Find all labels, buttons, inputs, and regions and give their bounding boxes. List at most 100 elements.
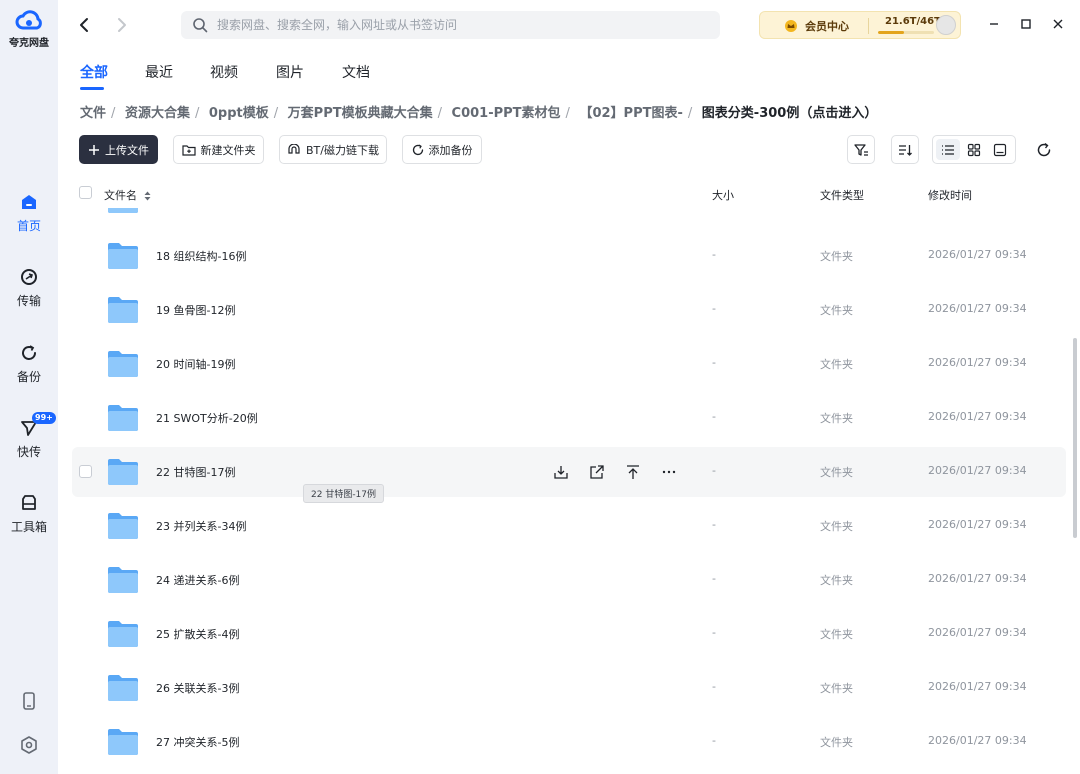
table-row[interactable]: 19 鱼骨图-12例 - 文件夹 2026/01/27 09:34 xyxy=(72,285,1066,335)
plus-icon xyxy=(89,144,99,155)
app-name: 夸克网盘 xyxy=(9,38,49,49)
preview-view-icon xyxy=(993,143,1007,156)
file-name[interactable]: 25 扩散关系-4例 xyxy=(156,626,239,642)
phone-button[interactable] xyxy=(19,691,39,711)
file-type: 文件夹 xyxy=(820,628,853,641)
file-modified: 2026/01/27 09:34 xyxy=(928,356,1027,369)
breadcrumb-item[interactable]: 【02】PPT图表- xyxy=(579,106,682,121)
arrow-up-bar-icon xyxy=(627,465,639,479)
list-view-button[interactable] xyxy=(936,139,960,160)
grid-view-icon xyxy=(967,143,981,156)
breadcrumb-item[interactable]: C001-PPT素材包 xyxy=(452,106,561,121)
breadcrumb-item[interactable]: 文件 xyxy=(80,106,106,121)
file-name[interactable]: 24 递进关系-6例 xyxy=(156,572,239,588)
file-name[interactable]: 22 甘特图-17例 xyxy=(156,464,235,480)
search-bar[interactable] xyxy=(181,11,720,39)
breadcrumb-item[interactable]: 资源大合集 xyxy=(125,106,190,121)
file-type: 文件夹 xyxy=(820,574,853,587)
bt-magnet-download-button[interactable]: BT/磁力链下载 xyxy=(279,135,387,164)
preview-view-button[interactable] xyxy=(988,139,1012,160)
file-name[interactable]: 23 并列关系-34例 xyxy=(156,518,246,534)
notification-badge: 99+ xyxy=(32,412,56,424)
sidebar-item-backup[interactable]: 备份 xyxy=(0,344,58,385)
tab-video[interactable]: 视频 xyxy=(210,62,238,82)
table-row[interactable]: 18 组织结构-16例 - 文件夹 2026/01/27 09:34 xyxy=(72,231,1066,281)
breadcrumb-separator: / xyxy=(437,106,442,121)
new-folder-button[interactable]: 新建文件夹 xyxy=(173,135,264,164)
file-name[interactable]: 20 时间轴-19例 xyxy=(156,356,235,372)
minimize-button[interactable] xyxy=(984,14,1004,34)
column-header-name[interactable]: 文件名 xyxy=(104,187,151,203)
file-type: 文件夹 xyxy=(820,304,853,317)
table-row[interactable]: 27 冲突关系-5例 - 文件夹 2026/01/27 09:34 xyxy=(72,717,1066,767)
phone-icon xyxy=(23,692,35,710)
filter-button[interactable] xyxy=(847,135,875,164)
file-name[interactable]: 26 关联关系-3例 xyxy=(156,680,239,696)
chevron-right-icon xyxy=(118,18,126,32)
storage-fill xyxy=(878,31,905,34)
column-header-size[interactable]: 大小 xyxy=(712,187,734,203)
select-all-checkbox[interactable] xyxy=(79,186,92,199)
breadcrumb-item[interactable]: 万套PPT模板典藏大合集 xyxy=(288,106,433,121)
column-header-modified[interactable]: 修改时间 xyxy=(928,187,972,203)
scrollbar-thumb[interactable] xyxy=(1073,338,1077,538)
avatar[interactable] xyxy=(936,15,956,35)
breadcrumb-separator: / xyxy=(687,106,693,121)
upload-file-button[interactable]: 上传文件 xyxy=(79,135,158,164)
app-logo[interactable]: 夸克网盘 xyxy=(0,8,58,49)
row-checkbox[interactable] xyxy=(79,465,92,478)
close-icon xyxy=(1053,19,1063,29)
grid-view-button[interactable] xyxy=(962,139,986,160)
table-row[interactable]: 23 并列关系-34例 - 文件夹 2026/01/27 09:34 xyxy=(72,501,1066,551)
sidebar-item-quick-send[interactable]: 99+ 快传 xyxy=(0,412,58,460)
vip-center[interactable]: 会员中心 21.6T/46T xyxy=(759,11,961,39)
divider xyxy=(868,18,869,34)
download-button[interactable] xyxy=(550,461,572,483)
tab-recent[interactable]: 最近 xyxy=(145,62,173,82)
file-type: 文件夹 xyxy=(820,250,853,263)
tab-all[interactable]: 全部 xyxy=(80,62,108,90)
sidebar-item-label: 传输 xyxy=(16,294,41,308)
bt-magnet-download-label: BT/磁力链下载 xyxy=(306,143,379,157)
forward-button[interactable] xyxy=(111,15,131,35)
table-row[interactable]: 26 关联关系-3例 - 文件夹 2026/01/27 09:34 xyxy=(72,663,1066,713)
column-header-type[interactable]: 文件类型 xyxy=(820,187,864,203)
file-name[interactable]: 18 组织结构-16例 xyxy=(156,248,246,264)
table-row[interactable]: 20 时间轴-19例 - 文件夹 2026/01/27 09:34 xyxy=(72,339,1066,389)
close-button[interactable] xyxy=(1048,14,1068,34)
sidebar-item-toolbox[interactable]: 工具箱 xyxy=(0,494,58,535)
transfer-icon xyxy=(21,269,37,285)
sort-button[interactable] xyxy=(891,135,919,164)
add-backup-button[interactable]: 添加备份 xyxy=(402,135,482,164)
table-row-hovered[interactable]: 22 甘特图-17例 - 文件夹 2026/01/27 09:34 xyxy=(72,447,1066,497)
sidebar-item-home[interactable]: 首页 xyxy=(0,193,58,234)
breadcrumb-item[interactable]: 0ppt模板 xyxy=(209,106,269,121)
move-to-top-button[interactable] xyxy=(622,461,644,483)
back-button[interactable] xyxy=(75,15,95,35)
sidebar-item-label: 工具箱 xyxy=(10,520,47,534)
more-actions-button[interactable] xyxy=(658,461,680,483)
maximize-button[interactable] xyxy=(1016,14,1036,34)
file-name[interactable]: 27 冲突关系-5例 xyxy=(156,734,239,750)
tooltip: 22 甘特图-17例 xyxy=(303,484,385,503)
tab-active-indicator xyxy=(80,87,104,90)
file-name[interactable]: 19 鱼骨图-12例 xyxy=(156,302,235,318)
minimize-icon xyxy=(990,23,998,25)
tab-documents[interactable]: 文档 xyxy=(342,62,370,82)
sidebar-item-transfer[interactable]: 传输 xyxy=(0,268,58,309)
folder-icon xyxy=(108,513,138,539)
settings-button[interactable] xyxy=(19,735,39,755)
table-row[interactable]: 25 扩散关系-4例 - 文件夹 2026/01/27 09:34 xyxy=(72,609,1066,659)
tab-images[interactable]: 图片 xyxy=(276,62,304,82)
share-button[interactable] xyxy=(586,461,608,483)
toolbox-icon xyxy=(22,495,36,510)
search-input[interactable] xyxy=(217,11,707,39)
table-row[interactable]: 21 SWOT分析-20例 - 文件夹 2026/01/27 09:34 xyxy=(72,393,1066,443)
backup-icon xyxy=(22,345,36,360)
breadcrumb: 文件 / 资源大合集 / 0ppt模板 / 万套PPT模板典藏大合集 / C001-PP… xyxy=(80,102,877,121)
refresh-button[interactable] xyxy=(1034,140,1054,160)
file-table-header: 文件名 大小 文件类型 修改时间 xyxy=(72,180,1066,208)
chevron-left-icon xyxy=(80,18,88,32)
table-row[interactable]: 24 递进关系-6例 - 文件夹 2026/01/27 09:34 xyxy=(72,555,1066,605)
file-name[interactable]: 21 SWOT分析-20例 xyxy=(156,410,258,426)
